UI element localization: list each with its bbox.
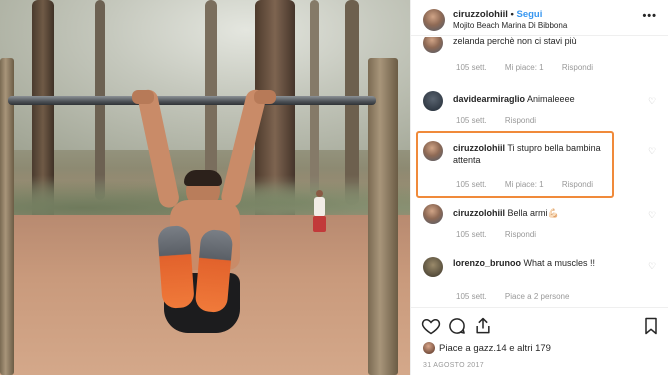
- commenter-avatar[interactable]: [423, 141, 443, 161]
- comment-item: ciruzzolohiil Ti stupro bella bambina at…: [411, 138, 668, 193]
- like-comment-heart-icon[interactable]: ♡: [648, 211, 657, 220]
- comment-item: davidearmiraglio Animaleeee ♡ 105 sett. …: [411, 89, 668, 129]
- bar-post-left: [0, 58, 14, 375]
- comment-username[interactable]: lorenzo_brunoo: [453, 258, 521, 268]
- post-location[interactable]: Mojito Beach Marina Di Bibbona: [453, 21, 567, 30]
- likes-summary[interactable]: Piace a gazz.14 e altri 179: [423, 342, 551, 354]
- commenter-avatar[interactable]: [423, 257, 443, 277]
- flexed-biceps-icon: 💪🏻: [547, 208, 559, 218]
- comment-text: lorenzo_brunoo What a muscles !!: [453, 257, 641, 269]
- commenter-avatar[interactable]: [423, 37, 443, 53]
- comment-item: lorenzo_brunoo What a muscles !! ♡ 105 s…: [411, 253, 668, 307]
- comments-list[interactable]: zelanda perchè non ci stavi più 105 sett…: [411, 37, 668, 307]
- comment-text: ciruzzolohiil Bella armi💪🏻: [453, 207, 641, 219]
- author-username[interactable]: ciruzzolohiil: [453, 9, 508, 20]
- reply-button[interactable]: Rispondi: [505, 116, 536, 125]
- comment-item: ciruzzolohiil Bella armi💪🏻 ♡ 105 sett. R…: [411, 202, 668, 242]
- comment-meta: 105 sett. Rispondi: [456, 116, 552, 125]
- athlete: [120, 87, 290, 338]
- comment-username[interactable]: ciruzzolohiil: [453, 208, 505, 218]
- bookmark-icon[interactable]: [641, 316, 661, 336]
- comment-username[interactable]: davidearmiraglio: [453, 94, 525, 104]
- commenter-avatar[interactable]: [423, 91, 443, 111]
- post-header: ciruzzolohiil • Segui Mojito Beach Marin…: [411, 0, 668, 36]
- comment-text: ciruzzolohiil Ti stupro bella bambina at…: [453, 142, 609, 166]
- comment-body: Animaleeee: [527, 94, 575, 104]
- comment-icon[interactable]: [447, 316, 467, 336]
- background-person: [312, 190, 326, 242]
- more-options-icon[interactable]: •••: [642, 10, 657, 22]
- author-line: ciruzzolohiil • Segui: [453, 9, 542, 20]
- comment-time: 105 sett.: [456, 230, 487, 239]
- post-actions: Piace a gazz.14 e altri 179 31 AGOSTO 20…: [411, 307, 668, 375]
- reply-button[interactable]: Rispondi: [562, 180, 593, 189]
- commenter-avatar[interactable]: [423, 204, 443, 224]
- comment-likes[interactable]: Piace a 2 persone: [505, 292, 570, 301]
- reply-button[interactable]: Rispondi: [505, 230, 536, 239]
- comment-meta: 105 sett. Rispondi: [456, 230, 552, 239]
- like-comment-heart-icon[interactable]: ♡: [648, 262, 657, 271]
- comment-meta: 105 sett. Mi piace: 1 Rispondi: [456, 180, 609, 189]
- comment-text: davidearmiraglio Animaleeee: [453, 93, 641, 105]
- post-photo[interactable]: [0, 0, 410, 375]
- share-icon[interactable]: [473, 316, 493, 336]
- author-avatar[interactable]: [423, 9, 445, 31]
- comment-likes[interactable]: Mi piace: 1: [505, 63, 544, 72]
- comment-text: zelanda perchè non ci stavi più: [453, 37, 641, 47]
- comment-time: 105 sett.: [456, 180, 487, 189]
- likes-text: Piace a gazz.14 e altri 179: [439, 343, 551, 354]
- comment-body: zelanda perchè non ci stavi più: [453, 37, 577, 46]
- liker-avatar: [423, 342, 435, 354]
- post-sidebar: ciruzzolohiil • Segui Mojito Beach Marin…: [410, 0, 668, 375]
- heart-icon[interactable]: [421, 316, 441, 336]
- bar-post-right: [368, 58, 398, 375]
- comment-time: 105 sett.: [456, 116, 487, 125]
- comment-time: 105 sett.: [456, 292, 487, 301]
- follow-button[interactable]: Segui: [517, 9, 543, 20]
- comment-username[interactable]: ciruzzolohiil: [453, 143, 505, 153]
- comment-meta: 105 sett. Piace a 2 persone: [456, 292, 585, 301]
- comment-time: 105 sett.: [456, 63, 487, 72]
- reply-button[interactable]: Rispondi: [562, 63, 593, 72]
- post-date: 31 AGOSTO 2017: [423, 362, 484, 369]
- comment-likes[interactable]: Mi piace: 1: [505, 180, 544, 189]
- comment-body: Bella armi: [507, 208, 548, 218]
- like-comment-heart-icon[interactable]: ♡: [648, 147, 657, 156]
- comment-item: zelanda perchè non ci stavi più 105 sett…: [411, 37, 668, 79]
- separator-dot: •: [510, 9, 514, 20]
- comment-body: What a muscles !!: [523, 258, 596, 268]
- like-comment-heart-icon[interactable]: ♡: [648, 97, 657, 106]
- comment-meta: 105 sett. Mi piace: 1 Rispondi: [456, 63, 609, 72]
